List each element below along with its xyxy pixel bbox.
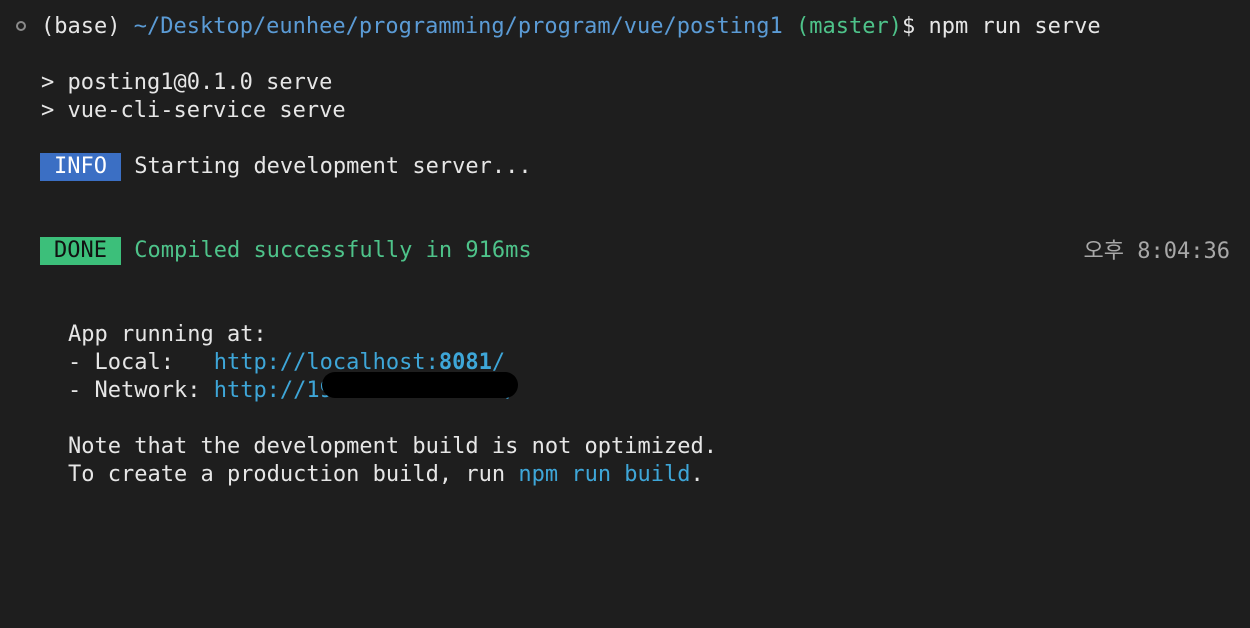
redaction-blot: [322, 372, 518, 398]
script-line-2: > vue-cli-service serve: [41, 98, 346, 123]
network-url-prefix[interactable]: http://1: [214, 378, 320, 403]
build-command: npm run build: [518, 462, 691, 487]
info-badge: INFO: [40, 153, 121, 181]
command-text: npm run serve: [928, 14, 1101, 39]
terminal-window[interactable]: (base) ~/Desktop/eunhee/programming/prog…: [0, 0, 1250, 628]
note-line-2-prefix: To create a production build, run: [68, 462, 519, 487]
note-line-1: Note that the development build is not o…: [68, 434, 718, 459]
note-line-2: To create a production build, run npm ru…: [68, 461, 704, 489]
done-badge: DONE: [40, 237, 121, 265]
git-branch: (master): [796, 14, 902, 39]
info-line: INFO Starting development server...: [40, 153, 532, 181]
done-line: DONE Compiled successfully in 916ms: [40, 237, 532, 265]
note-line-2-suffix: .: [690, 462, 704, 487]
local-label: - Local:: [68, 350, 214, 375]
prompt-line: (base) ~/Desktop/eunhee/programming/prog…: [41, 13, 1101, 41]
command-status-circle-icon: [16, 21, 26, 31]
prompt-path: ~/Desktop/eunhee/programming/program/vue…: [133, 14, 783, 39]
network-label: - Network:: [68, 378, 214, 403]
compile-timestamp: 오후 8:04:36: [1083, 239, 1230, 264]
conda-env: (base): [41, 14, 121, 39]
app-heading: App running at:: [68, 322, 267, 347]
script-line-1: > posting1@0.1.0 serve: [41, 70, 333, 95]
done-message: Compiled successfully in 916ms: [134, 238, 532, 263]
info-message: Starting development server...: [134, 154, 532, 179]
prompt-dollar: $: [901, 14, 916, 39]
